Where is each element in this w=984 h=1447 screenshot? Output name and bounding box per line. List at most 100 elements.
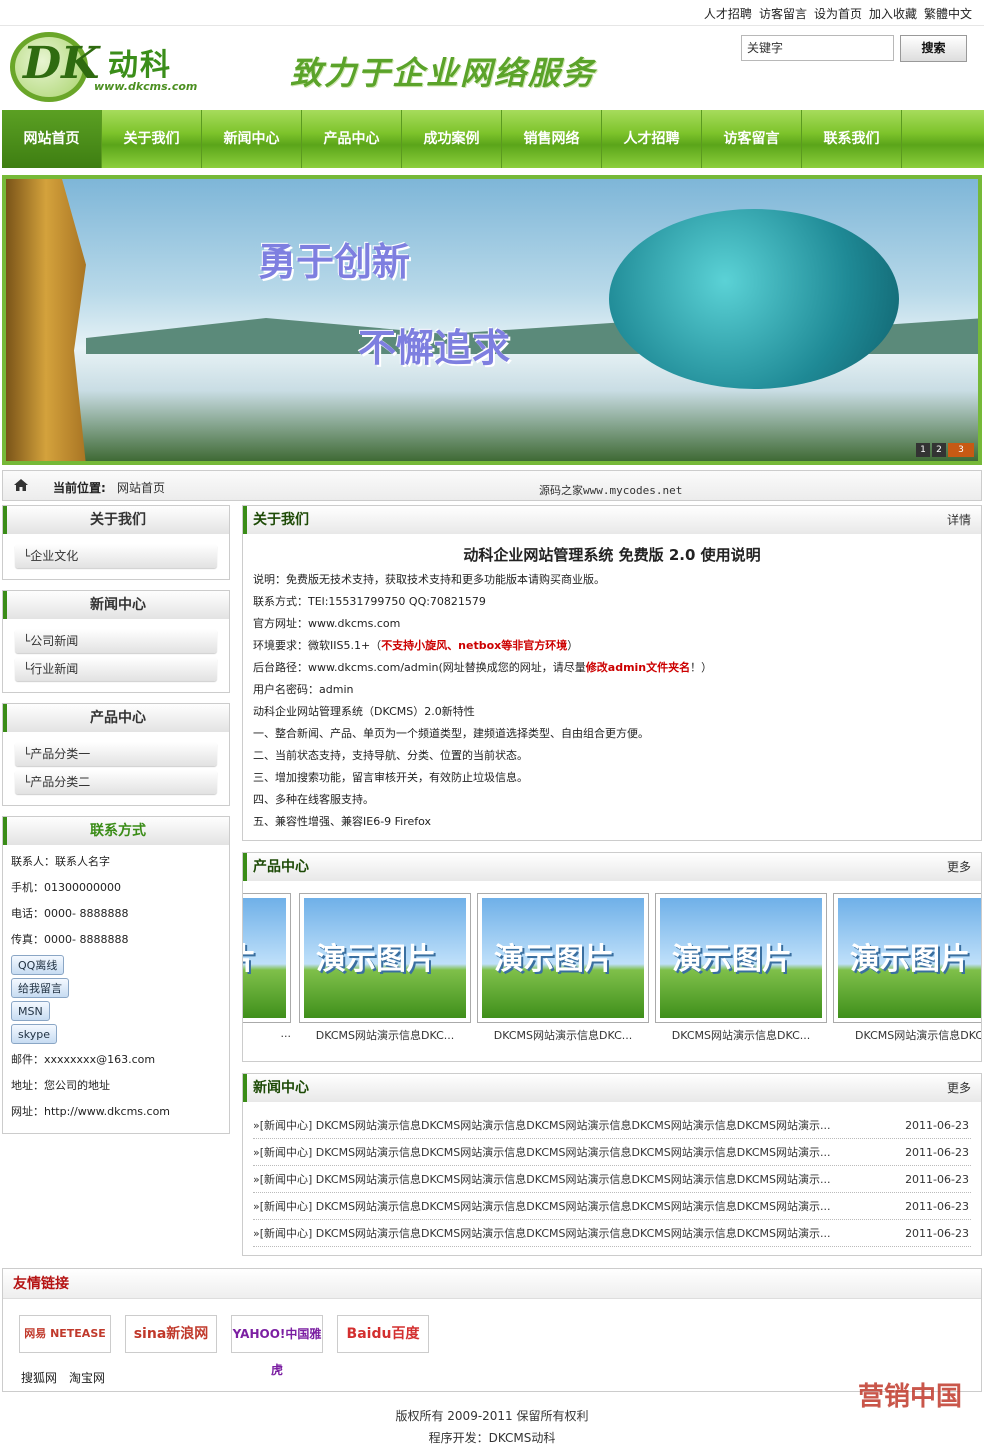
sidebar-item-culture[interactable]: └企业文化 (15, 544, 217, 568)
banner-text-1: 勇于创新 (258, 240, 411, 284)
product-card[interactable]: 演示图片 DKCMS网站演示信息DKC... (655, 893, 827, 1043)
news-title[interactable]: »[新闻中心] DKCMS网站演示信息DKCMS网站演示信息DKCMS网站演示信… (253, 1173, 830, 1186)
nav-news[interactable]: 新闻中心 (202, 110, 302, 168)
about-line: 动科企业网站管理系统（DKCMS）2.0新特性 (253, 705, 475, 718)
sidebar-item-category-2[interactable]: └产品分类二 (15, 770, 217, 794)
sidebar-item-industry-news[interactable]: └行业新闻 (15, 657, 217, 681)
product-card[interactable]: 演示图片 ... (243, 893, 291, 1040)
news-item[interactable]: »[新闻中心] DKCMS网站演示信息DKCMS网站演示信息DKCMS网站演示信… (253, 1193, 971, 1220)
sidebar-item-category-1[interactable]: └产品分类一 (15, 742, 217, 766)
products-more-link[interactable]: 更多 (947, 853, 971, 881)
contact-phone: 电话：0000- 8888888 (11, 907, 129, 920)
toplink-set-home[interactable]: 设为首页 (814, 5, 862, 22)
sidebar-item-company-news[interactable]: └公司新闻 (15, 629, 217, 653)
footer-developer: 程序开发：DKCMS动科 (428, 1431, 556, 1445)
slider-dots: 1 2 3 (916, 443, 974, 457)
footer-copyright: 版权所有 2009-2011 保留所有权利 (395, 1409, 589, 1423)
env-suffix: ） (567, 639, 579, 652)
qq-button[interactable]: QQ离线 (11, 955, 65, 975)
main-nav: 网站首页 关于我们 新闻中心 产品中心 成功案例 销售网络 人才招聘 访客留言 … (2, 110, 984, 168)
products-panel-header: 产品中心 更多 (243, 853, 981, 881)
logo-letters: DK (23, 38, 100, 89)
news-item[interactable]: »[新闻中心] DKCMS网站演示信息DKCMS网站演示信息DKCMS网站演示信… (253, 1112, 971, 1139)
slider-dot-3[interactable]: 3 (948, 443, 974, 457)
contact-mobile: 手机：01300000000 (11, 881, 121, 894)
home-icon[interactable] (13, 478, 29, 492)
nav-products[interactable]: 产品中心 (302, 110, 402, 168)
friend-links-title: 友情链接 (3, 1269, 981, 1299)
slider-dot-2[interactable]: 2 (932, 443, 946, 457)
nav-guestbook[interactable]: 访客留言 (702, 110, 802, 168)
top-bar: 人才招聘 访客留言 设为首页 加入收藏 繁體中文 (0, 0, 984, 26)
news-title[interactable]: »[新闻中心] DKCMS网站演示信息DKCMS网站演示信息DKCMS网站演示信… (253, 1146, 830, 1159)
about-line: 三、增加搜索功能，留言审核开关，有效防止垃圾信息。 (253, 771, 528, 784)
banner: 勇于创新 不懈追求 1 2 3 (2, 175, 982, 465)
news-title[interactable]: »[新闻中心] DKCMS网站演示信息DKCMS网站演示信息DKCMS网站演示信… (253, 1119, 830, 1132)
sina-logo-link[interactable]: sina新浪网 (125, 1315, 217, 1353)
sidebar-about-title: 关于我们 (3, 506, 229, 534)
product-image: 演示图片 (243, 898, 286, 1018)
leave-message-button[interactable]: 给我留言 (11, 978, 69, 998)
news-title[interactable]: »[新闻中心] DKCMS网站演示信息DKCMS网站演示信息DKCMS网站演示信… (253, 1200, 830, 1213)
netease-logo-link[interactable]: 网易 NETEASE (19, 1315, 111, 1353)
nav-contact[interactable]: 联系我们 (802, 110, 902, 168)
news-date: 2011-06-23 (905, 1173, 969, 1186)
nav-jobs[interactable]: 人才招聘 (602, 110, 702, 168)
link-sohu[interactable]: 搜狐网 (21, 1369, 57, 1386)
products-panel-title: 产品中心 (253, 859, 309, 875)
msn-button[interactable]: MSN (11, 1001, 50, 1021)
contact-person: 联系人：联系人名字 (11, 855, 110, 868)
breadcrumb-current[interactable]: 网站首页 (117, 479, 165, 496)
nav-about[interactable]: 关于我们 (102, 110, 202, 168)
toplink-guestbook[interactable]: 访客留言 (759, 5, 807, 22)
link-taobao[interactable]: 淘宝网 (69, 1369, 105, 1386)
product-caption: DKCMS网站演示信息DKC (855, 1029, 981, 1042)
toplink-jobs[interactable]: 人才招聘 (704, 5, 752, 22)
slider-dot-1[interactable]: 1 (916, 443, 930, 457)
about-path-line: 后台路径：www.dkcms.com/admin(网址替换成您的网址，请尽量修改… (243, 657, 981, 679)
nav-cases[interactable]: 成功案例 (402, 110, 502, 168)
sidebar-products: 产品中心 └产品分类一 └产品分类二 (2, 703, 230, 806)
news-date: 2011-06-23 (905, 1200, 969, 1213)
env-warning: 不支持小旋风、netbox等非官方环境 (381, 639, 568, 652)
nav-sales[interactable]: 销售网络 (502, 110, 602, 168)
breadcrumb-label: 当前位置: (53, 481, 106, 495)
news-panel-title: 新闻中心 (253, 1080, 309, 1096)
toplink-favorite[interactable]: 加入收藏 (869, 5, 917, 22)
about-line: 官方网址：www.dkcms.com (253, 617, 401, 630)
sidebar-contact-title: 联系方式 (3, 817, 229, 845)
baidu-logo-link[interactable]: Baidu百度 (337, 1315, 429, 1353)
contact-fax: 传真：0000- 8888888 (11, 933, 129, 946)
about-panel-title: 关于我们 (253, 512, 309, 528)
about-line: 联系方式：TEl:15531799750 QQ:70821579 (253, 595, 486, 608)
news-more-link[interactable]: 更多 (947, 1074, 971, 1102)
product-card[interactable]: 演示图片 DKCMS网站演示信息DKC... (477, 893, 649, 1043)
search-button[interactable]: 搜索 (900, 35, 967, 62)
header: DK 动科 www.dkcms.com 致力于企业网络服务 关键字 搜索 (0, 26, 984, 110)
about-more-link[interactable]: 详情 (947, 506, 971, 534)
product-card[interactable]: 演示图片 DKCMS网站演示信息DKC... (299, 893, 471, 1043)
product-image: 演示图片 (660, 898, 822, 1018)
toplink-traditional[interactable]: 繁體中文 (924, 5, 972, 22)
news-item[interactable]: »[新闻中心] DKCMS网站演示信息DKCMS网站演示信息DKCMS网站演示信… (253, 1139, 971, 1166)
about-line: 五、兼容性增强、兼容IE6-9 Firefox (253, 815, 432, 828)
breadcrumb: 当前位置: 网站首页 源码之家www.mycodes.net (2, 470, 982, 501)
product-caption: DKCMS网站演示信息DKC... (493, 1029, 633, 1042)
news-item[interactable]: »[新闻中心] DKCMS网站演示信息DKCMS网站演示信息DKCMS网站演示信… (253, 1220, 971, 1247)
news-title[interactable]: »[新闻中心] DKCMS网站演示信息DKCMS网站演示信息DKCMS网站演示信… (253, 1227, 830, 1240)
news-list: »[新闻中心] DKCMS网站演示信息DKCMS网站演示信息DKCMS网站演示信… (243, 1102, 981, 1253)
skype-button[interactable]: skype (11, 1024, 57, 1044)
about-line: 四、多种在线客服支持。 (253, 793, 374, 806)
contact-email: 邮件：xxxxxxxx@163.com (11, 1053, 156, 1066)
yahoo-logo-link[interactable]: YAHOO!中国雅虎 (231, 1315, 323, 1377)
sidebar-news: 新闻中心 └公司新闻 └行业新闻 (2, 590, 230, 693)
top-links: 人才招聘 访客留言 设为首页 加入收藏 繁體中文 (704, 5, 972, 22)
logo-name[interactable]: 动科 (108, 40, 172, 84)
search-input[interactable]: 关键字 (741, 35, 894, 61)
product-caption: DKCMS网站演示信息DKC... (315, 1029, 455, 1042)
sidebar-contact: 联系方式 联系人：联系人名字 手机：01300000000 电话：0000- 8… (2, 816, 230, 1134)
news-item[interactable]: »[新闻中心] DKCMS网站演示信息DKCMS网站演示信息DKCMS网站演示信… (253, 1166, 971, 1193)
nav-home[interactable]: 网站首页 (2, 110, 102, 168)
sidebar-about: 关于我们 └企业文化 (2, 505, 230, 580)
product-card[interactable]: 演示图片 DKCMS网站演示信息DKC (833, 893, 981, 1043)
